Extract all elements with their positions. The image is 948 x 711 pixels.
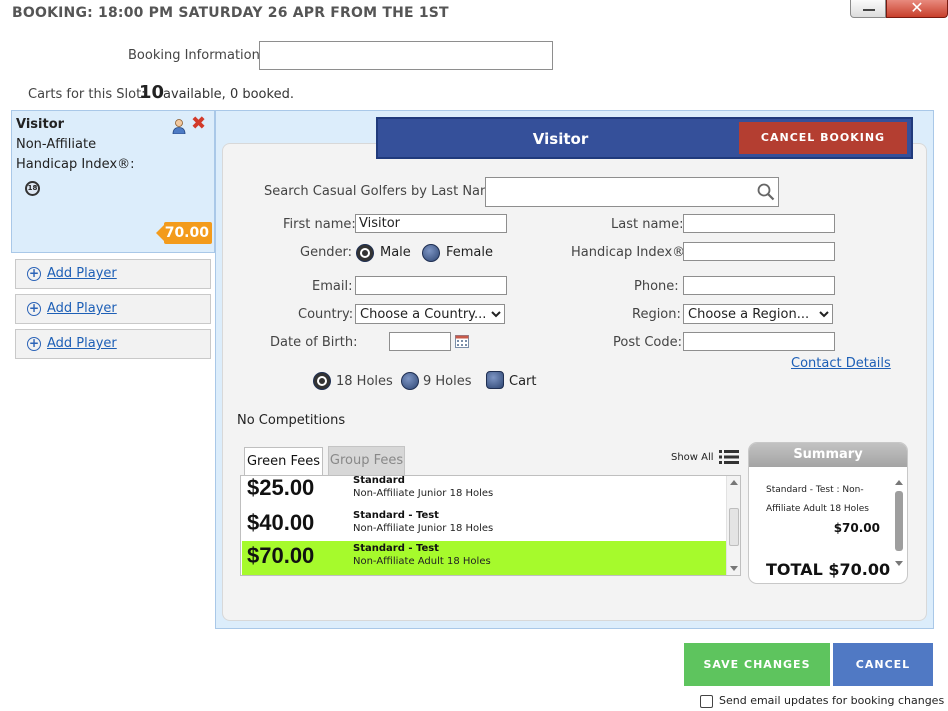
- dob-label: Date of Birth:: [270, 335, 358, 350]
- person-icon[interactable]: [171, 118, 187, 134]
- form-title: Visitor: [532, 130, 589, 148]
- show-all-label[interactable]: Show All: [671, 452, 714, 463]
- first-name-field[interactable]: [355, 214, 507, 233]
- add-player-row[interactable]: + Add Player: [15, 329, 211, 359]
- plus-circle-icon: +: [27, 301, 41, 316]
- dob-field[interactable]: [389, 332, 451, 351]
- summary-scrollbar[interactable]: [895, 491, 903, 551]
- add-player-link[interactable]: Add Player: [47, 266, 117, 281]
- fee-row[interactable]: $25.00 Standard Non-Affiliate Junior 18 …: [242, 475, 726, 507]
- scroll-up-arrow-icon[interactable]: [730, 480, 738, 485]
- fee-name: Standard: [353, 475, 405, 486]
- fee-description: Non-Affiliate Adult 18 Holes: [353, 556, 491, 567]
- calendar-icon[interactable]: [455, 334, 469, 348]
- holes-18-label: 18 Holes: [336, 374, 393, 389]
- plus-circle-icon: +: [27, 336, 41, 351]
- summary-scroll-down-icon[interactable]: [895, 561, 903, 566]
- scroll-thumb[interactable]: [729, 508, 739, 546]
- gender-male-label: Male: [380, 245, 411, 260]
- cancel-button[interactable]: CANCEL: [833, 643, 933, 686]
- tab-green-fees[interactable]: Green Fees: [244, 447, 323, 477]
- fees-scrollbar[interactable]: [726, 476, 740, 575]
- plus-circle-icon: +: [27, 266, 41, 281]
- region-label: Region:: [632, 307, 681, 322]
- player-affiliation: Non-Affiliate: [16, 137, 97, 152]
- email-updates-checkbox[interactable]: [700, 695, 713, 708]
- fee-row-selected[interactable]: $70.00 Standard - Test Non-Affiliate Adu…: [242, 541, 726, 575]
- add-player-link[interactable]: Add Player: [47, 336, 117, 351]
- close-window-button[interactable]: ✕: [886, 0, 948, 18]
- postcode-field[interactable]: [683, 332, 835, 351]
- gender-female-label: Female: [446, 245, 494, 260]
- handicap-label: Handicap Index®:: [571, 245, 690, 260]
- fee-name: Standard - Test: [353, 543, 439, 554]
- green-fees-list: $25.00 Standard Non-Affiliate Junior 18 …: [240, 475, 741, 576]
- summary-title: Summary: [749, 443, 907, 467]
- holes-badge-icon: 18: [25, 181, 40, 196]
- save-changes-button[interactable]: SAVE CHANGES: [684, 643, 830, 686]
- booking-info-input[interactable]: [259, 41, 553, 70]
- carts-count: 10: [139, 82, 165, 103]
- player-name: Visitor: [16, 117, 65, 132]
- visitor-header-bar: Visitor CANCEL BOOKING: [376, 117, 913, 159]
- postcode-label: Post Code:: [613, 335, 682, 350]
- carts-status: available, 0 booked.: [163, 87, 294, 102]
- holes-18-radio[interactable]: [313, 372, 331, 390]
- fee-price: $70.00: [247, 543, 315, 568]
- holes-9-radio[interactable]: [401, 372, 419, 390]
- cancel-booking-button[interactable]: CANCEL BOOKING: [739, 122, 907, 154]
- last-name-label: Last name:: [611, 217, 684, 232]
- gender-male-radio[interactable]: [356, 244, 374, 262]
- email-field[interactable]: [355, 276, 507, 295]
- cart-checkbox[interactable]: [486, 371, 504, 389]
- gender-label: Gender:: [300, 245, 353, 260]
- competitions-text: No Competitions: [237, 413, 346, 428]
- country-select[interactable]: Choose a Country...: [355, 304, 505, 324]
- fee-price: $25.00: [247, 475, 315, 500]
- email-updates-label: Send email updates for booking changes: [719, 694, 945, 707]
- summary-line-price: $70.00: [833, 521, 880, 535]
- scroll-down-arrow-icon[interactable]: [730, 566, 738, 571]
- phone-label: Phone:: [634, 279, 679, 294]
- minimize-button[interactable]: [850, 0, 886, 18]
- cart-label: Cart: [509, 374, 537, 389]
- add-player-row[interactable]: + Add Player: [15, 259, 211, 289]
- player-handicap-label: Handicap Index®:: [16, 157, 135, 172]
- search-icon[interactable]: [757, 183, 775, 201]
- gender-female-radio[interactable]: [422, 244, 440, 262]
- summary-panel: Summary Standard - Test : Non-Affiliate …: [748, 442, 908, 584]
- summary-line: Standard - Test : Non-Affiliate Adult 18…: [766, 485, 869, 514]
- list-icon[interactable]: [719, 449, 739, 465]
- summary-total: TOTAL $70.00: [766, 560, 891, 579]
- search-golfers-input[interactable]: [485, 177, 779, 207]
- fee-price: $40.00: [247, 510, 315, 535]
- fee-row[interactable]: $40.00 Standard - Test Non-Affiliate Jun…: [242, 508, 726, 542]
- player-price-tag: 70.00: [156, 222, 212, 244]
- contact-details-link[interactable]: Contact Details: [791, 356, 891, 371]
- region-select[interactable]: Choose a Region...: [683, 304, 833, 324]
- add-player-link[interactable]: Add Player: [47, 301, 117, 316]
- summary-scroll-up-icon[interactable]: [895, 480, 903, 485]
- fee-name: Standard - Test: [353, 510, 439, 521]
- add-player-row[interactable]: + Add Player: [15, 294, 211, 324]
- phone-field[interactable]: [683, 276, 835, 295]
- window-controls: ✕: [850, 0, 948, 19]
- holes-9-label: 9 Holes: [423, 374, 472, 389]
- first-name-label: First name:: [283, 217, 356, 232]
- email-label: Email:: [312, 279, 353, 294]
- fee-description: Non-Affiliate Junior 18 Holes: [353, 523, 494, 534]
- page-title: BOOKING: 18:00 PM SATURDAY 26 APR FROM T…: [12, 5, 449, 21]
- search-golfers-label: Search Casual Golfers by Last Name:: [264, 184, 506, 199]
- tab-group-fees[interactable]: Group Fees: [328, 446, 405, 476]
- handicap-field[interactable]: [683, 242, 835, 261]
- remove-player-icon[interactable]: ✖: [191, 115, 206, 133]
- fee-description: Non-Affiliate Junior 18 Holes: [353, 488, 494, 499]
- booking-info-label: Booking Information:: [128, 48, 265, 63]
- last-name-field[interactable]: [683, 214, 835, 233]
- country-label: Country:: [298, 307, 354, 322]
- carts-label: Carts for this Slot:: [28, 87, 146, 102]
